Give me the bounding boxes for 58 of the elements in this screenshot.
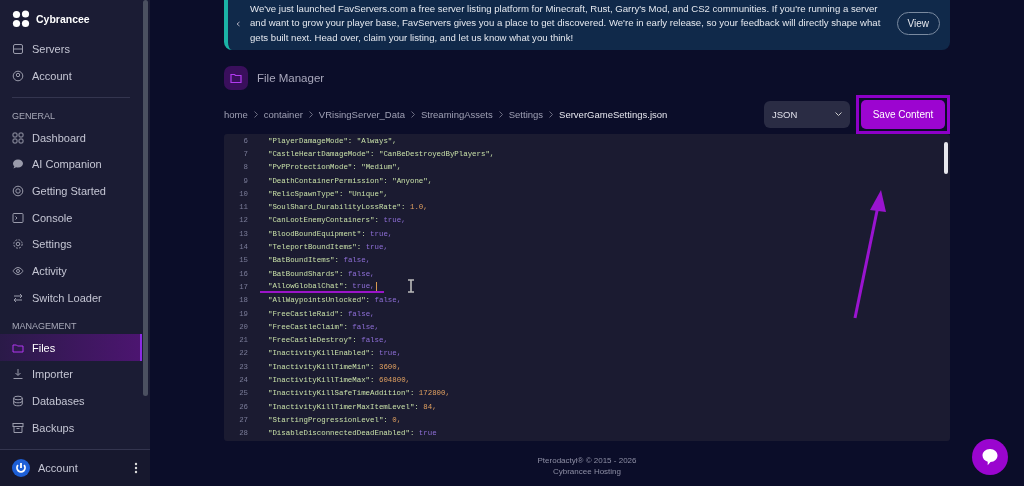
sidebar-item[interactable]: Activity <box>0 257 142 285</box>
breadcrumb-link[interactable]: StreamingAssets <box>420 108 493 120</box>
eye-icon <box>12 265 24 278</box>
chevron-right-icon <box>308 110 313 118</box>
page-title: File Manager <box>257 72 325 84</box>
announcement-text: We've just launched FavServers.com a free server listing platform for Minecraft, Rust, Garry's Mod, and CS2 communities. If you're running a server and want to grow your player base, FavServers gives you a place to get discovered. We're in early release, so your feedback will directly shape what gets built next. Head over, claim your listing, and let us know what you think! <box>250 2 882 45</box>
breadcrumb-link[interactable]: VRisingServer_Data <box>318 108 405 120</box>
user-circle-icon <box>12 70 24 83</box>
scrollbar-thumb[interactable] <box>143 0 148 396</box>
account-menu[interactable]: Account <box>0 449 150 486</box>
more-vertical-icon <box>134 462 138 474</box>
logo-icon <box>12 10 30 28</box>
sidebar-item[interactable]: Files <box>0 334 142 361</box>
section-heading: MANAGEMENT <box>11 320 78 334</box>
sidebar-item[interactable]: Settings <box>0 231 142 258</box>
chat-launcher-icon[interactable] <box>972 439 1008 475</box>
sidebar-item[interactable]: Getting Started <box>0 177 142 205</box>
grid-icon <box>12 131 24 144</box>
sidebar-item[interactable]: Databases <box>0 387 142 415</box>
sidebar-item[interactable]: Importer <box>0 360 142 388</box>
sidebar-item[interactable]: AI Companion <box>0 151 142 178</box>
sidebar-item[interactable]: Account <box>0 62 142 90</box>
sidebar-item[interactable]: Switch Loader <box>0 284 142 312</box>
sidebar-item[interactable]: Dashboard <box>0 124 142 152</box>
format-dropdown[interactable]: JSON <box>764 100 850 128</box>
breadcrumb-link[interactable]: ServerGameSettings.json <box>559 108 668 120</box>
database-icon <box>12 394 24 407</box>
sidebar-item[interactable]: Servers <box>0 36 142 63</box>
swap-arrows-icon <box>12 291 24 304</box>
chevron-right-icon <box>498 110 503 118</box>
text-cursor-icon <box>407 279 415 294</box>
code-editor[interactable] <box>224 134 950 441</box>
company-name: Cybrancee Hosting <box>552 466 621 477</box>
chevron-right-icon <box>549 110 554 118</box>
brand-name: Cybrancee <box>36 13 90 25</box>
folder-glyph-icon <box>230 73 242 83</box>
settings-icon <box>12 238 24 251</box>
chevron-down-icon <box>835 112 842 116</box>
terminal-icon <box>12 211 24 224</box>
scrollbar-thumb[interactable] <box>944 142 948 174</box>
section-heading: GENERAL <box>11 110 56 124</box>
chevron-right-icon <box>410 110 415 118</box>
archive-box-icon <box>12 421 24 434</box>
lifebuoy-icon <box>12 185 24 198</box>
sidebar-item[interactable]: Backups <box>0 414 142 441</box>
breadcrumb-link[interactable]: container <box>263 108 303 120</box>
power-avatar-icon <box>12 459 30 477</box>
save-content-button[interactable]: Save Content <box>861 99 945 129</box>
chevron-right-icon <box>253 110 258 118</box>
chat-bubble-icon <box>12 158 24 171</box>
breadcrumb-link[interactable]: home <box>224 108 248 120</box>
chevron-left-icon <box>236 20 240 27</box>
folder-icon <box>12 341 24 354</box>
breadcrumb-link[interactable]: Settings <box>508 108 544 120</box>
sidebar-item[interactable]: Console <box>0 204 142 232</box>
download-icon <box>12 368 24 381</box>
server-icon <box>12 43 24 56</box>
copyright-text: Pterodactyl® © 2015 - 2026 <box>537 455 637 466</box>
